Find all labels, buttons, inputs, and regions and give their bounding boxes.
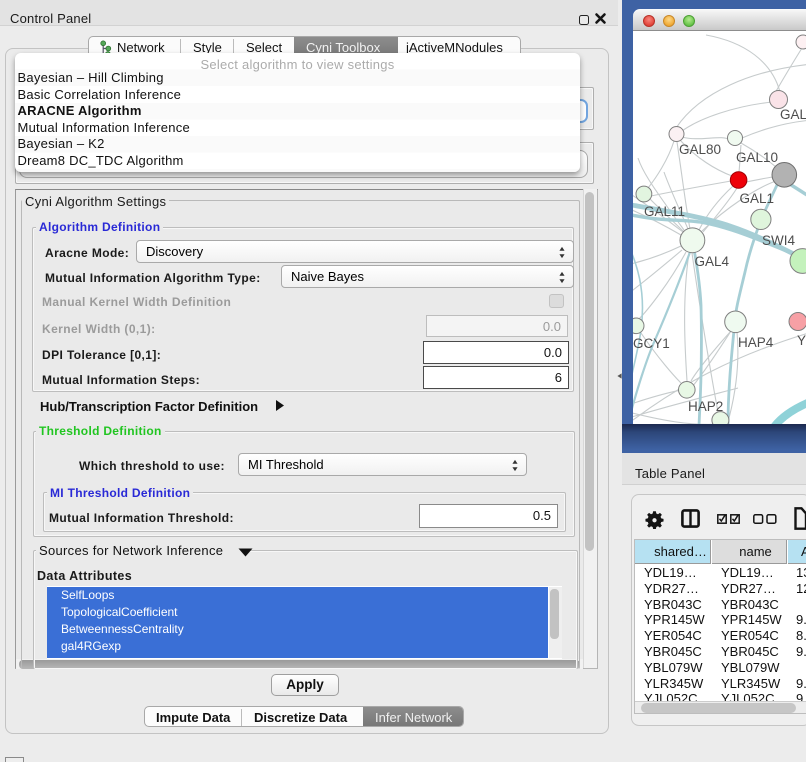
svg-text:GCY1: GCY1 xyxy=(633,336,670,351)
svg-text:HAP4: HAP4 xyxy=(738,335,774,350)
svg-text:SWI4: SWI4 xyxy=(762,233,795,248)
svg-text:GAL4: GAL4 xyxy=(695,254,730,269)
svg-text:GAL7: GAL7 xyxy=(780,107,806,122)
svg-text:GAL80: GAL80 xyxy=(679,142,721,157)
svg-text:GAL11: GAL11 xyxy=(644,204,685,219)
svg-text:HAP2: HAP2 xyxy=(688,399,723,414)
svg-text:GAL1: GAL1 xyxy=(740,191,775,206)
svg-text:GAL10: GAL10 xyxy=(736,150,778,165)
svg-text:Y: Y xyxy=(797,333,806,348)
